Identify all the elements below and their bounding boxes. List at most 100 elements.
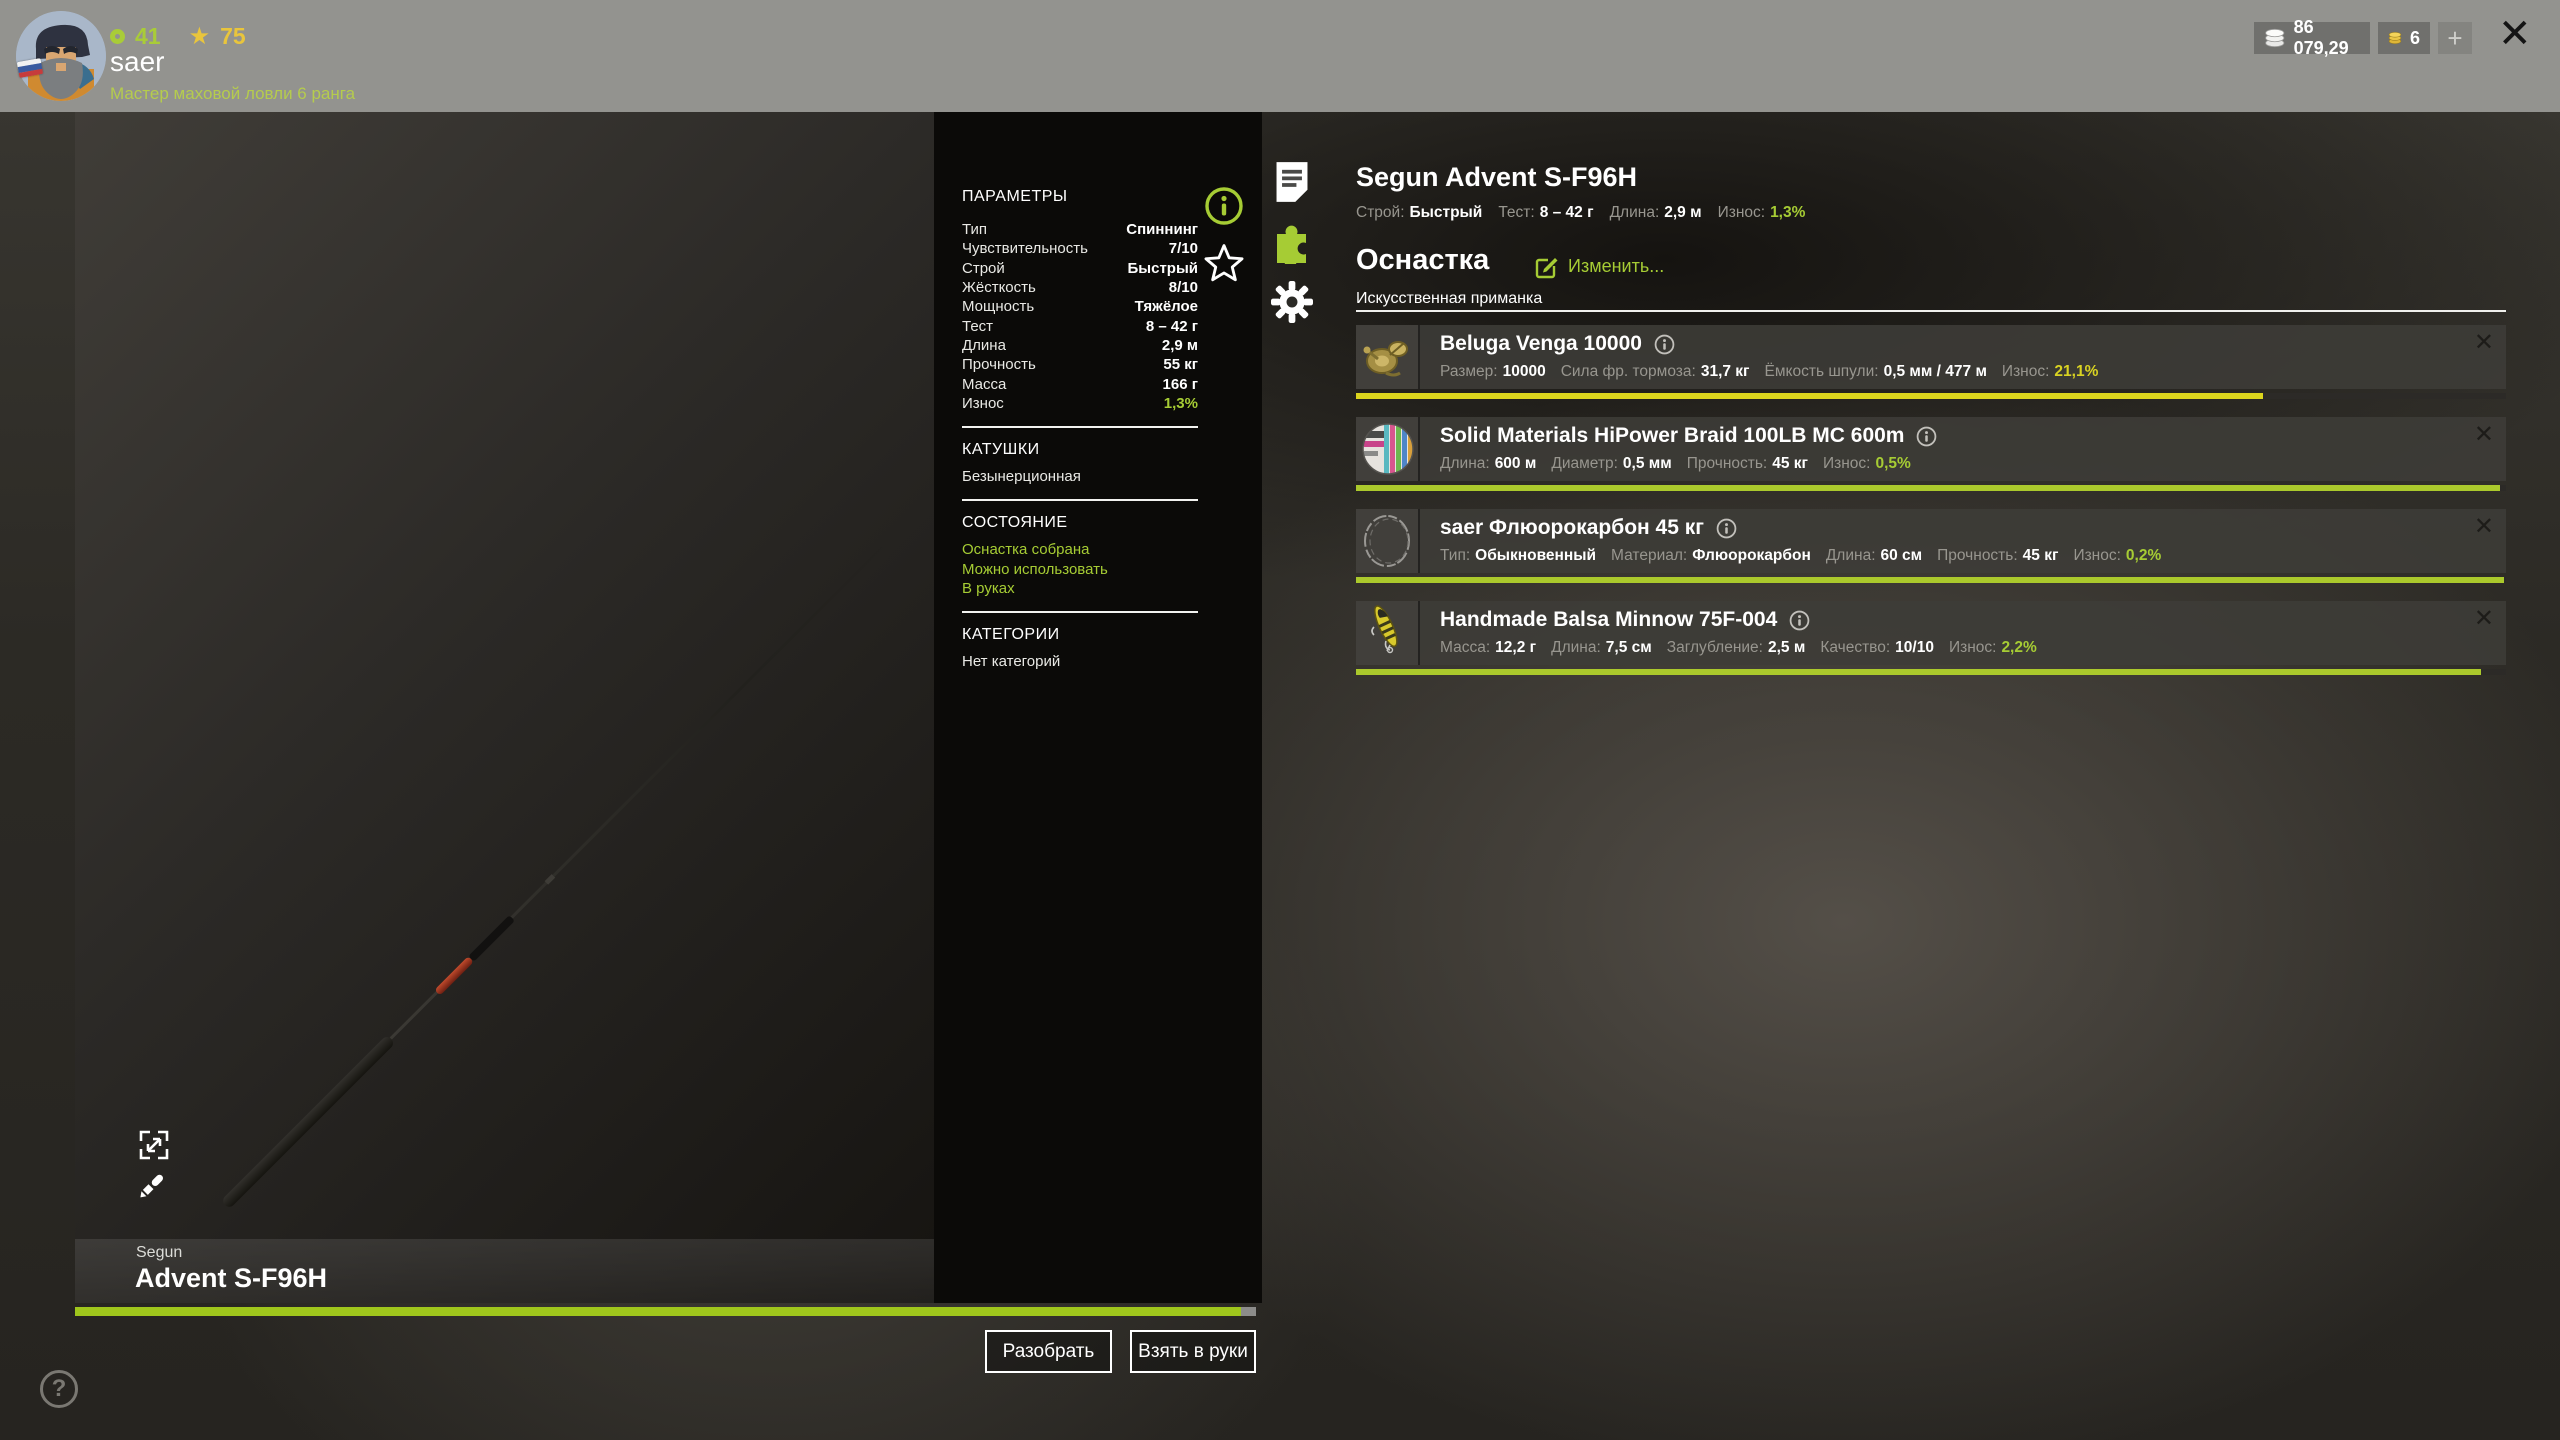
stat-value: 8 – 42 г xyxy=(1539,204,1594,221)
stat-value: Флюорокарбон xyxy=(1692,547,1811,564)
stat-label: Длина: xyxy=(1551,639,1601,656)
info-icon[interactable] xyxy=(1789,610,1810,631)
state-title: СОСТОЯНИЕ xyxy=(962,514,1068,532)
stat-label: Износ: xyxy=(2073,547,2121,564)
rod-durability-bar xyxy=(75,1307,1256,1316)
item-name: saer Флюорокарбон 45 кг xyxy=(1440,516,1704,539)
item-name: Handmade Balsa Minnow 75F-004 xyxy=(1440,608,1778,631)
rig-item-title-row: Beluga Venga 10000 xyxy=(1440,332,1675,356)
stat-value: 0,5% xyxy=(1875,455,1911,472)
remove-item-button[interactable]: ✕ xyxy=(2474,423,2494,447)
stat-value: 45 кг xyxy=(1772,455,1808,472)
rig-item-card[interactable]: saer Флюорокарбон 45 кг Тип: Обыкновенный М… xyxy=(1356,509,2506,573)
rig-item-text: Handmade Balsa Minnow 75F-004 Масса: 12,2 … xyxy=(1440,601,2456,665)
stat-pair: Заглубление: 2,5 м xyxy=(1667,639,1806,657)
tab-description[interactable] xyxy=(1270,160,1314,204)
item-photo-panel: Segun Advent S-F96H xyxy=(75,112,934,1303)
info-icon[interactable] xyxy=(1716,518,1737,539)
take-in-hands-button[interactable]: Взять в руки xyxy=(1130,1330,1256,1373)
item-stats: Тип: Обыкновенный Материал: Флюорокарбон Дли… xyxy=(1440,547,2161,565)
parameter-value: Тяжёлое xyxy=(1134,298,1198,316)
item-model: Advent S-F96H xyxy=(135,1263,328,1293)
paint-pencil-icon[interactable] xyxy=(133,1168,167,1202)
tab-settings[interactable] xyxy=(1270,280,1314,324)
add-funds-button[interactable]: + xyxy=(2438,22,2472,54)
rig-item-text: Beluga Venga 10000 Размер: 10000 Сила фр. т… xyxy=(1440,325,2456,389)
braid-thumbnail-image xyxy=(1362,423,1414,475)
item-durability-bar xyxy=(1356,485,2506,491)
gold-amount: 6 xyxy=(2409,27,2420,48)
divider xyxy=(962,425,1198,428)
rod-red-label xyxy=(434,956,474,996)
item-durability-fill xyxy=(1356,669,2481,675)
item-name: Solid Materials HiPower Braid 100LB MC 6… xyxy=(1440,424,1905,447)
edit-rig-link[interactable]: Изменить... xyxy=(1534,253,1664,279)
stat-value: 600 м xyxy=(1494,455,1537,472)
parameter-label: Мощность xyxy=(962,298,1035,316)
stat-value: 2,2% xyxy=(2001,639,2037,656)
rig-item-text: saer Флюорокарбон 45 кг Тип: Обыкновенный М… xyxy=(1440,509,2456,573)
puzzle-icon xyxy=(1277,225,1306,264)
info-icon[interactable] xyxy=(1916,426,1937,447)
stat-label: Сила фр. тормоза: xyxy=(1560,363,1696,380)
avatar[interactable] xyxy=(16,11,106,101)
parameter-value: 166 г xyxy=(1162,375,1198,393)
close-icon[interactable]: ✕ xyxy=(2498,14,2532,54)
parameter-value: 7/10 xyxy=(1168,240,1198,258)
rig-item-row: saer Флюорокарбон 45 кг Тип: Обыкновенный М… xyxy=(1356,509,2506,587)
stat-pair: Износ: 0,5% xyxy=(1823,455,1911,473)
stat-value: 2,5 м xyxy=(1767,639,1806,656)
lure-thumbnail-image xyxy=(1371,605,1398,654)
stat-label: Ёмкость шпули: xyxy=(1764,363,1879,380)
stat-label: Длина: xyxy=(1825,547,1876,564)
parameter-row: Износ 1,3% xyxy=(962,394,1198,413)
parameter-row: Масса 166 г xyxy=(962,374,1198,393)
stat-value: 31,7 кг xyxy=(1700,363,1750,380)
rod-durability-fill xyxy=(75,1307,1241,1316)
stat-pair: Качество: 10/10 xyxy=(1820,639,1934,657)
favorite-star-icon[interactable] xyxy=(1203,243,1245,283)
parameter-value: 8/10 xyxy=(1168,279,1198,297)
state-line: В руках xyxy=(962,580,1015,597)
parameter-row: Тип Спиннинг xyxy=(962,220,1198,239)
rig-item-card[interactable]: Beluga Venga 10000 Размер: 10000 Сила фр. т… xyxy=(1356,325,2506,389)
stat-label: Качество: xyxy=(1820,639,1891,656)
rank-star-icon: ★ xyxy=(188,23,211,50)
rig-item-text: Solid Materials HiPower Braid 100LB MC 6… xyxy=(1440,417,2456,481)
stat-label: Диаметр: xyxy=(1551,455,1618,472)
disassemble-button[interactable]: Разобрать xyxy=(985,1330,1112,1373)
remove-item-button[interactable]: ✕ xyxy=(2474,331,2494,355)
item-stats: Масса: 12,2 г Длина: 7,5 см Заглубление: 2,5 … xyxy=(1440,639,2037,657)
silver-balance-badge[interactable]: 86 079,29 xyxy=(2254,17,2370,58)
divider xyxy=(962,499,1198,502)
rig-item-title-row: Handmade Balsa Minnow 75F-004 xyxy=(1440,608,1810,632)
gold-coins-icon xyxy=(2388,32,2402,44)
divider xyxy=(962,611,1198,614)
remove-item-button[interactable]: ✕ xyxy=(2474,607,2494,631)
stat-pair: Длина: 600 м xyxy=(1440,455,1536,473)
parameter-row: Жёсткость 8/10 xyxy=(962,278,1198,297)
expand-icon[interactable] xyxy=(137,1128,171,1162)
parameter-value: 2,9 м xyxy=(1161,336,1198,354)
parameter-value: 55 кг xyxy=(1163,356,1198,374)
tab-rig[interactable] xyxy=(1270,220,1314,264)
stat-pair: Износ: 21,1% xyxy=(2002,363,2098,381)
remove-item-button[interactable]: ✕ xyxy=(2474,515,2494,539)
item-thumbnail xyxy=(1356,417,1420,481)
rig-item-card[interactable]: Handmade Balsa Minnow 75F-004 Масса: 12,2 … xyxy=(1356,601,2506,665)
parameter-row: Чувствительность 7/10 xyxy=(962,239,1198,258)
gold-balance-badge[interactable]: 6 xyxy=(2378,22,2430,54)
stat-value: 12,2 г xyxy=(1495,639,1537,656)
parameter-label: Прочность xyxy=(962,356,1036,374)
stat-value: 7,5 см xyxy=(1605,639,1652,656)
rig-item-title-row: saer Флюорокарбон 45 кг xyxy=(1440,516,1737,540)
help-button[interactable]: ? xyxy=(40,1370,78,1408)
stat-value: 10/10 xyxy=(1895,639,1934,656)
stat-label: Износ: xyxy=(1948,639,1997,656)
item-durability-bar xyxy=(1356,393,2506,399)
info-icon[interactable] xyxy=(1204,186,1244,226)
rig-item-card[interactable]: Solid Materials HiPower Braid 100LB MC 6… xyxy=(1356,417,2506,481)
reels-title: КАТУШКИ xyxy=(962,440,1040,458)
info-icon[interactable] xyxy=(1654,334,1675,355)
info-icon xyxy=(1917,426,1937,446)
